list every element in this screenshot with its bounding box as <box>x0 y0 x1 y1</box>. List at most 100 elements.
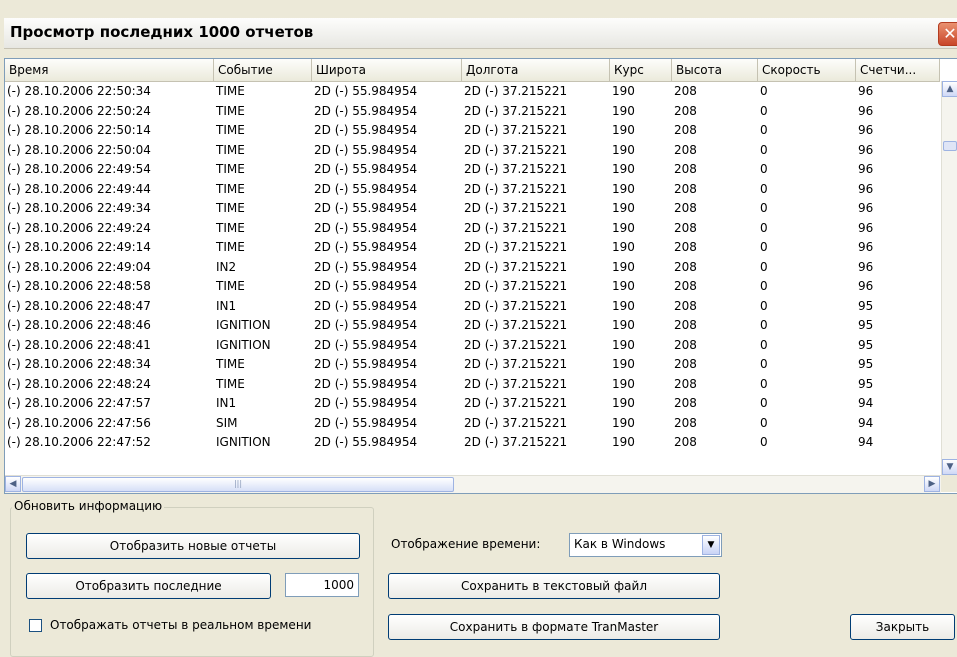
realtime-checkbox[interactable] <box>29 619 42 632</box>
table-row[interactable]: (-) 28.10.2006 22:49:24 TIME 2D (-) 55.984… <box>5 219 940 239</box>
table-cell: 190 <box>612 240 635 254</box>
table-cell: 2D (-) 55.984954 <box>314 415 418 430</box>
table-cell: 190 <box>612 435 635 449</box>
table-cell: (-) 28.10.2006 22:49:54 <box>7 162 151 176</box>
table-cell: 94 <box>858 396 874 410</box>
column-header[interactable]: Скорость <box>758 59 856 81</box>
vertical-scrollbar[interactable]: ▲ ▼ <box>941 81 957 475</box>
table-cell: 2D (-) 37.215221 <box>464 201 568 215</box>
close-window-button[interactable]: ✕ <box>938 22 957 46</box>
table-cell: 0 <box>760 220 768 235</box>
table-cell: 208 <box>674 435 697 449</box>
column-header[interactable]: Счетчи... <box>856 59 940 81</box>
table-row[interactable]: (-) 28.10.2006 22:49:04 IN2 2D (-) 55.9849… <box>5 258 940 278</box>
table-cell: (-) 28.10.2006 22:47:52 <box>7 435 151 449</box>
table-cell: 2D (-) 55.984954 <box>314 435 418 449</box>
reports-table: Время Событие Широта Долгота Курс Высота Скоро… <box>4 58 957 494</box>
scroll-corner <box>941 475 957 492</box>
left-arrow-icon: ◀ <box>9 479 17 489</box>
close-button[interactable]: Закрыть <box>850 614 955 640</box>
table-cell: (-) 28.10.2006 22:48:47 <box>7 298 151 313</box>
table-row[interactable]: (-) 28.10.2006 22:47:56 SIM 2D (-) 55.9849… <box>5 414 940 434</box>
table-header: Время Событие Широта Долгота Курс Высота Скоро… <box>5 59 940 82</box>
table-cell: 190 <box>612 337 635 352</box>
table-cell: (-) 28.10.2006 22:49:24 <box>7 220 151 235</box>
table-cell: 0 <box>760 201 768 215</box>
time-display-select[interactable]: Как в Windows ▼ <box>569 533 722 557</box>
table-cell: 0 <box>760 162 768 176</box>
column-header[interactable]: Долгота <box>462 59 610 81</box>
table-row[interactable]: (-) 28.10.2006 22:49:34 TIME 2D (-) 55.984… <box>5 199 940 219</box>
show-last-reports-button[interactable]: Отобразить последние <box>26 573 271 599</box>
horizontal-scrollbar[interactable]: ◀ ||| ▶ <box>5 475 941 493</box>
save-text-file-button[interactable]: Сохранить в текстовый файл <box>388 573 720 599</box>
table-row[interactable]: (-) 28.10.2006 22:47:57 IN1 2D (-) 55.9849… <box>5 394 940 414</box>
table-cell: 208 <box>674 376 697 391</box>
table-cell: 2D (-) 37.215221 <box>464 415 568 430</box>
table-row[interactable]: (-) 28.10.2006 22:48:24 TIME 2D (-) 55.984… <box>5 375 940 395</box>
table-cell: TIME <box>216 181 245 196</box>
table-cell: (-) 28.10.2006 22:48:58 <box>7 279 151 293</box>
scroll-left-button[interactable]: ◀ <box>5 476 21 492</box>
table-cell: 2D (-) 37.215221 <box>464 318 568 332</box>
table-row[interactable]: (-) 28.10.2006 22:48:58 TIME 2D (-) 55.984… <box>5 277 940 297</box>
table-cell: 190 <box>612 201 635 215</box>
horizontal-scroll-thumb[interactable]: ||| <box>22 477 454 492</box>
table-row[interactable]: (-) 28.10.2006 22:48:41 IGNITION 2D (-) 55… <box>5 336 940 356</box>
table-cell: 208 <box>674 337 697 352</box>
table-cell: 2D (-) 55.984954 <box>314 279 418 293</box>
table-cell: 0 <box>760 376 768 391</box>
table-row[interactable]: (-) 28.10.2006 22:50:34 TIME 2D (-) 55.984… <box>5 82 940 102</box>
table-row[interactable]: (-) 28.10.2006 22:50:14 TIME 2D (-) 55.984… <box>5 121 940 141</box>
table-cell: 0 <box>760 396 768 410</box>
table-row[interactable]: (-) 28.10.2006 22:50:24 TIME 2D (-) 55.984… <box>5 102 940 122</box>
show-new-reports-button[interactable]: Отобразить новые отчеты <box>26 533 360 559</box>
table-cell: TIME <box>216 103 245 118</box>
table-row[interactable]: (-) 28.10.2006 22:49:54 TIME 2D (-) 55.984… <box>5 160 940 180</box>
table-cell: 0 <box>760 259 768 274</box>
table-cell: 2D (-) 55.984954 <box>314 220 418 235</box>
table-cell: (-) 28.10.2006 22:48:34 <box>7 357 151 371</box>
table-cell: 0 <box>760 318 768 332</box>
table-cell: 0 <box>760 415 768 430</box>
table-row[interactable]: (-) 28.10.2006 22:47:52 IGNITION 2D (-) 55… <box>5 433 940 453</box>
table-cell: 96 <box>858 123 874 137</box>
table-cell: (-) 28.10.2006 22:49:14 <box>7 240 151 254</box>
column-header[interactable]: Время <box>5 59 214 81</box>
scroll-down-button[interactable]: ▼ <box>942 459 957 475</box>
table-cell: TIME <box>216 376 245 391</box>
table-row[interactable]: (-) 28.10.2006 22:48:34 TIME 2D (-) 55.984… <box>5 355 940 375</box>
table-row[interactable]: (-) 28.10.2006 22:48:46 IGNITION 2D (-) 55… <box>5 316 940 336</box>
table-cell: 96 <box>858 84 874 98</box>
column-header[interactable]: Широта <box>312 59 462 81</box>
table-cell: 95 <box>858 376 874 391</box>
table-cell: 0 <box>760 337 768 352</box>
table-cell: 94 <box>858 415 874 430</box>
table-cell: 208 <box>674 103 697 118</box>
save-tranmaster-button[interactable]: Сохранить в формате TranMaster <box>388 614 720 640</box>
table-cell: 208 <box>674 396 697 410</box>
column-header[interactable]: Высота <box>672 59 758 81</box>
table-cell: 190 <box>612 279 635 293</box>
table-cell: TIME <box>216 357 245 371</box>
table-cell: TIME <box>216 201 245 215</box>
column-header[interactable]: Курс <box>610 59 672 81</box>
table-row[interactable]: (-) 28.10.2006 22:50:04 TIME 2D (-) 55.984… <box>5 141 940 161</box>
table-cell: 2D (-) 55.984954 <box>314 259 418 274</box>
report-count-input[interactable]: 1000 <box>285 573 359 597</box>
table-row[interactable]: (-) 28.10.2006 22:49:44 TIME 2D (-) 55.984… <box>5 180 940 200</box>
table-row[interactable]: (-) 28.10.2006 22:48:47 IN1 2D (-) 55.9849… <box>5 297 940 317</box>
table-cell: 2D (-) 55.984954 <box>314 396 418 410</box>
column-header[interactable]: Событие <box>214 59 312 81</box>
table-cell: 2D (-) 55.984954 <box>314 376 418 391</box>
scroll-up-button[interactable]: ▲ <box>942 81 957 97</box>
chevron-down-icon[interactable]: ▼ <box>702 535 720 555</box>
table-cell: 190 <box>612 298 635 313</box>
report-viewer-window: Просмотр последних 1000 отчетов ✕ Время С… <box>0 0 957 657</box>
table-cell: 2D (-) 37.215221 <box>464 181 568 196</box>
table-cell: 190 <box>612 318 635 332</box>
scroll-right-button[interactable]: ▶ <box>924 476 940 492</box>
table-row[interactable]: (-) 28.10.2006 22:49:14 TIME 2D (-) 55.984… <box>5 238 940 258</box>
vertical-scroll-thumb[interactable] <box>943 141 957 151</box>
table-cell: 2D (-) 55.984954 <box>314 201 418 215</box>
